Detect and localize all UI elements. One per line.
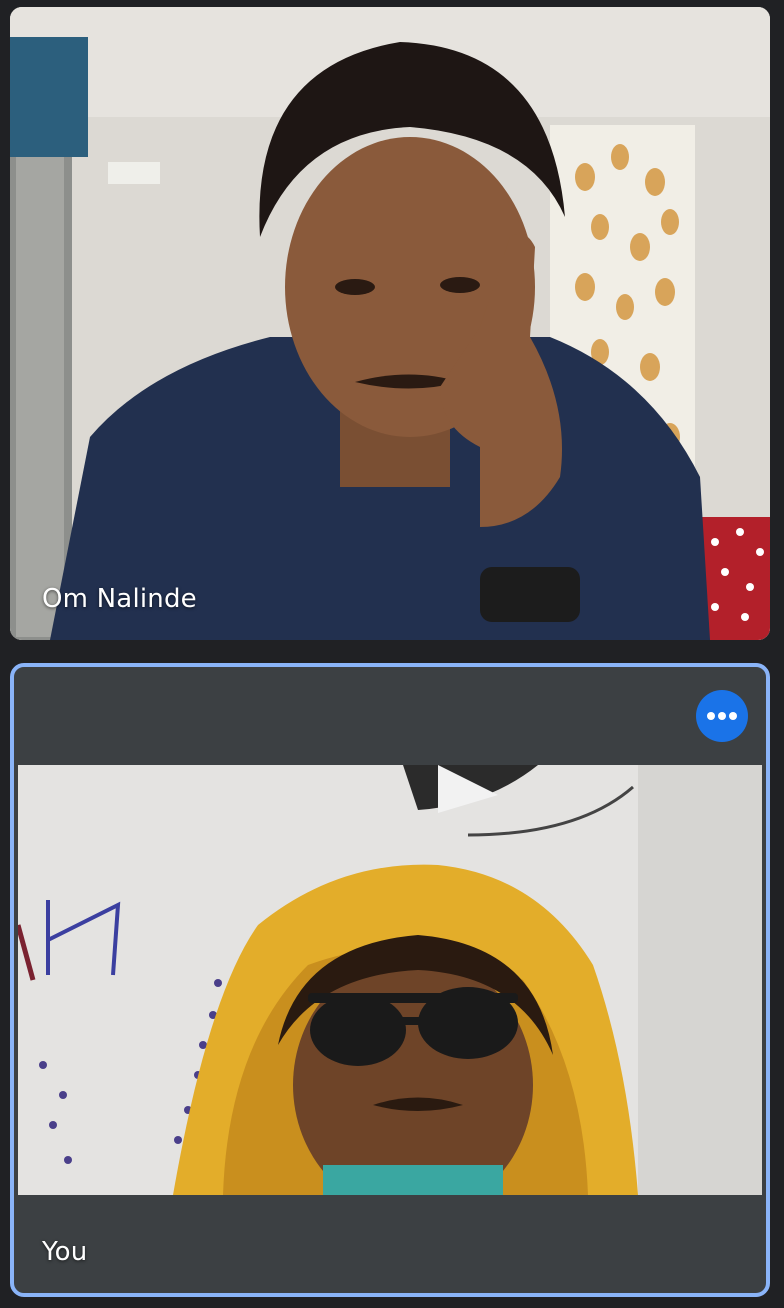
participant-name-label: Om Nalinde xyxy=(42,584,197,614)
remote-video-feed xyxy=(10,7,770,640)
participant-tile-self[interactable]: You xyxy=(10,663,770,1297)
self-video-feed xyxy=(18,765,762,1195)
more-options-button[interactable] xyxy=(696,690,748,742)
participant-tile-remote[interactable]: Om Nalinde xyxy=(10,7,770,640)
participant-name-label: You xyxy=(42,1237,88,1267)
more-horiz-icon xyxy=(707,712,737,720)
